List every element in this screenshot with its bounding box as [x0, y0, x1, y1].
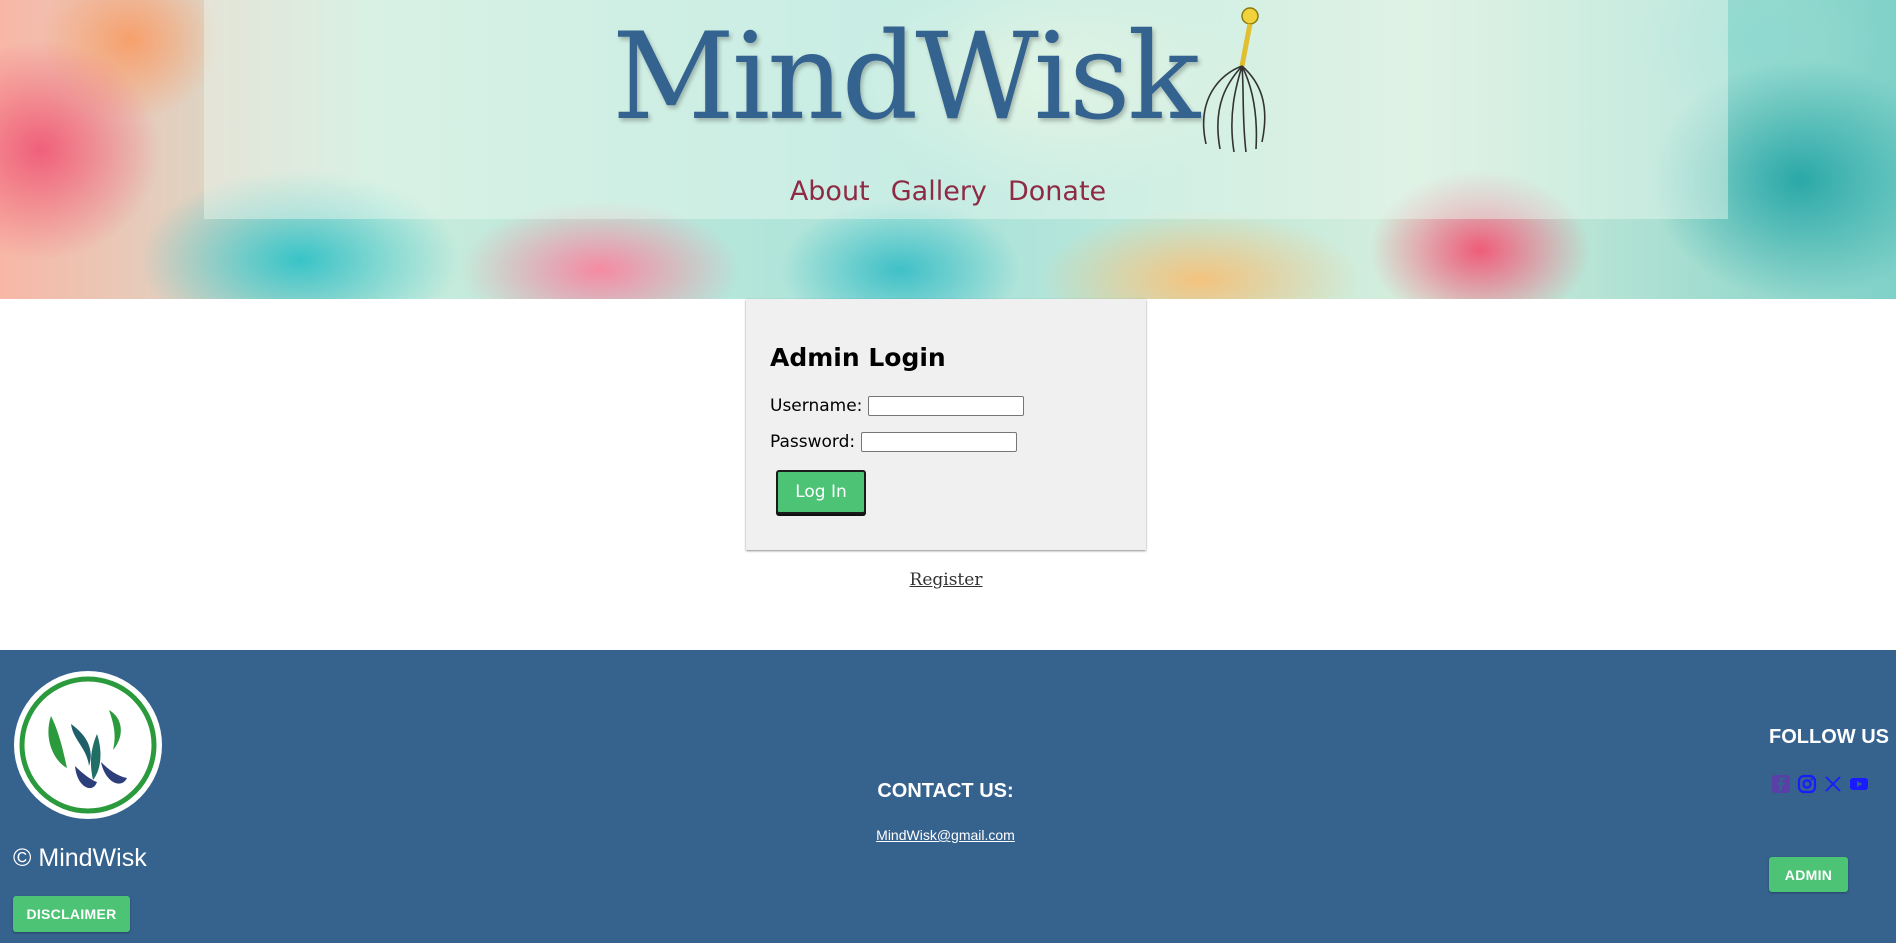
password-input[interactable]: [861, 432, 1018, 452]
register-link[interactable]: Register: [0, 570, 1892, 590]
nav-about-link[interactable]: About: [790, 176, 870, 207]
x-icon[interactable]: [1823, 774, 1843, 794]
admin-button[interactable]: ADMIN: [1769, 857, 1848, 892]
head-scratcher-whisk-icon: [1202, 7, 1266, 153]
username-input[interactable]: [868, 396, 1025, 416]
password-label: Password:: [770, 432, 856, 452]
nav-donate-link[interactable]: Donate: [1008, 176, 1106, 207]
header-banner: MindWisk About Gallery Donate: [0, 0, 1896, 299]
log-in-button[interactable]: Log In: [776, 470, 866, 514]
nav-gallery-link[interactable]: Gallery: [891, 176, 987, 207]
instagram-icon[interactable]: [1797, 774, 1817, 794]
password-row: Password:: [770, 432, 1018, 452]
login-title: Admin Login: [770, 343, 946, 372]
username-label: Username:: [770, 396, 863, 416]
copyright-text: © MindWisk: [13, 844, 147, 872]
facebook-icon[interactable]: [1771, 774, 1791, 794]
site-footer: © MindWisk DISCLAIMER CONTACT US: MindWi…: [0, 650, 1896, 943]
username-row: Username:: [770, 396, 1025, 416]
contact-title: CONTACT US:: [877, 780, 1014, 802]
youtube-icon[interactable]: [1849, 774, 1869, 794]
social-icons: [1771, 774, 1869, 794]
site-title: MindWisk: [612, 8, 1200, 147]
disclaimer-button[interactable]: DISCLAIMER: [13, 896, 130, 932]
contact-email-link[interactable]: MindWisk@gmail.com: [0, 827, 1891, 843]
follow-us-title: FOLLOW US: [1769, 726, 1889, 748]
main-nav: About Gallery Donate: [0, 176, 1896, 207]
